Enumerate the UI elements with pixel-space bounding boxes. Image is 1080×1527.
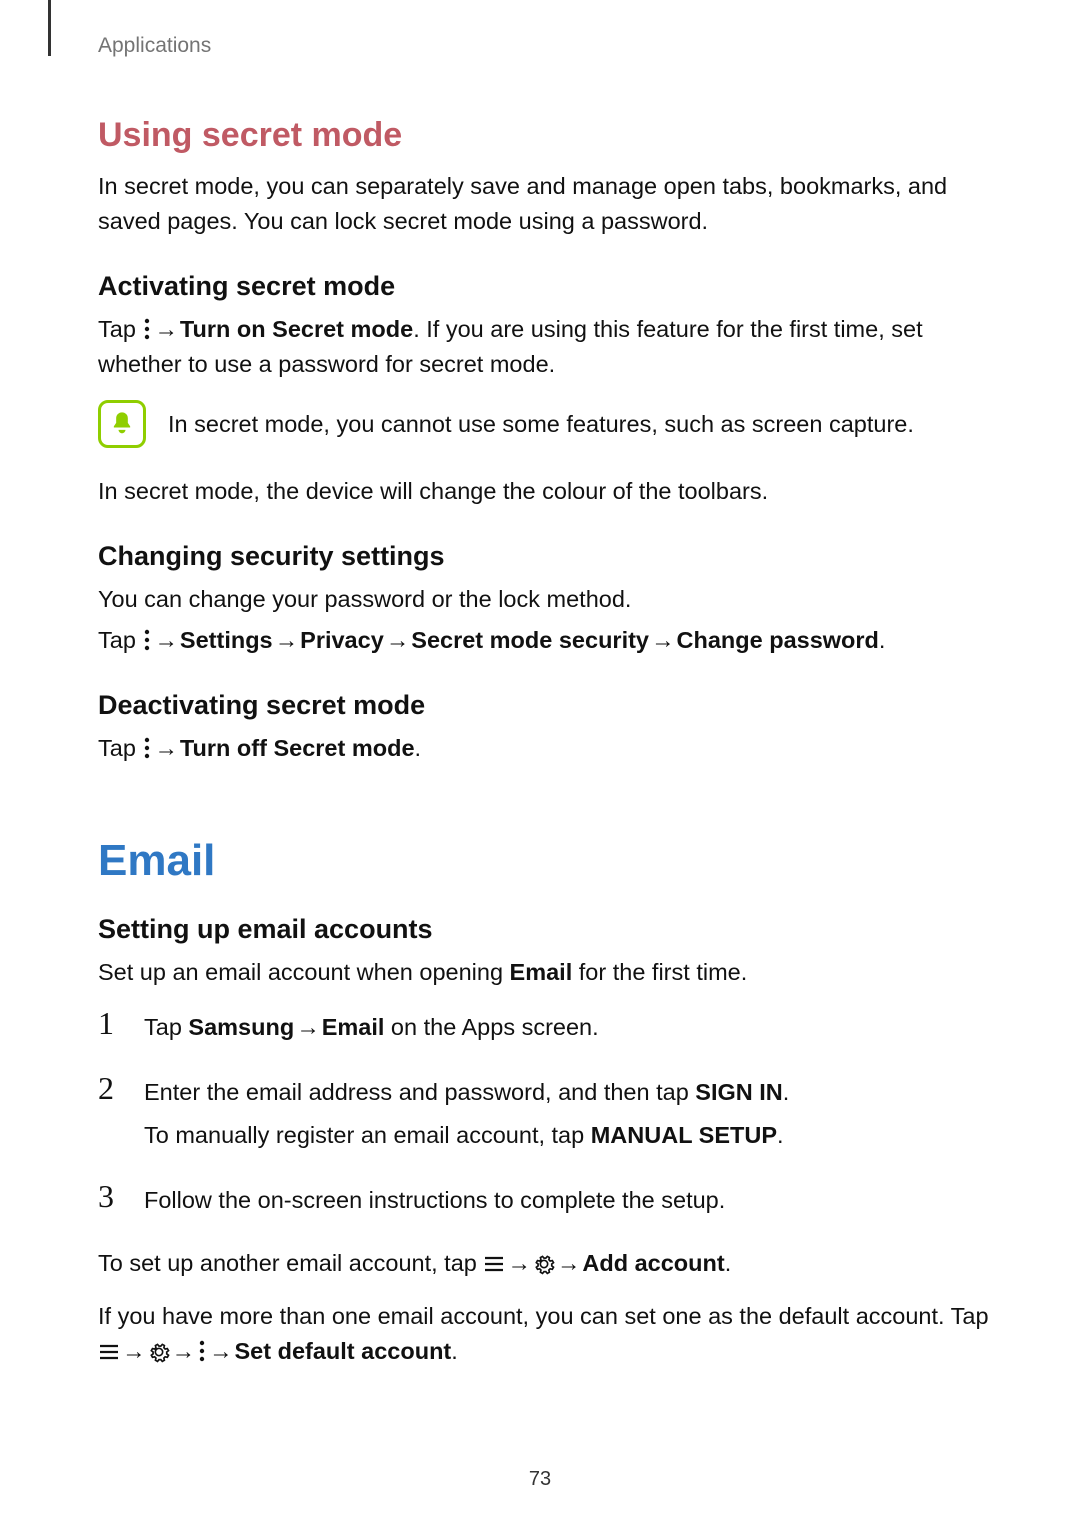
arrow-icon: →	[170, 1334, 198, 1369]
breadcrumb: Applications	[98, 34, 1000, 58]
text-b: on the Apps screen.	[384, 1014, 598, 1040]
bell-icon	[108, 410, 136, 438]
steps-list: 1 Tap Samsung → Email on the Apps screen…	[98, 1008, 1000, 1218]
default-account-instruction: If you have more than one email account,…	[98, 1299, 1000, 1369]
gear-icon	[533, 1253, 555, 1275]
arrow-icon: →	[649, 623, 677, 658]
text-period: .	[415, 735, 422, 761]
arrow-icon: →	[152, 623, 180, 658]
bold-privacy: Privacy	[300, 627, 384, 653]
bold-email: Email	[322, 1014, 385, 1040]
gear-icon	[148, 1341, 170, 1363]
arrow-icon: →	[120, 1334, 148, 1369]
arrow-icon: →	[273, 623, 301, 658]
hamburger-menu-icon	[98, 1341, 120, 1363]
text-period: .	[777, 1122, 784, 1148]
bold-turn-on: Turn on Secret mode	[180, 316, 413, 342]
subheading-setup-email: Setting up email accounts	[98, 914, 1000, 945]
activating-instruction: Tap → Turn on Secret mode. If you are us…	[98, 312, 1000, 382]
bold-add-account: Add account	[582, 1250, 724, 1276]
subheading-changing: Changing security settings	[98, 541, 1000, 572]
more-options-icon	[142, 737, 152, 759]
step-2-subline: To manually register an email account, t…	[144, 1118, 789, 1153]
another-account-instruction: To set up another email account, tap → →…	[98, 1246, 1000, 1281]
arrow-icon: →	[207, 1334, 235, 1369]
step-body: Tap Samsung → Email on the Apps screen.	[144, 1008, 599, 1045]
text-a: Enter the email address and password, an…	[144, 1079, 695, 1105]
text-tap: Tap	[98, 316, 142, 342]
text-tap: Tap	[98, 627, 142, 653]
step-3: 3 Follow the on-screen instructions to c…	[98, 1181, 1000, 1218]
text-period: .	[783, 1079, 790, 1105]
changing-instruction: Tap → Settings → Privacy → Secret mode s…	[98, 623, 1000, 658]
text-a: Tap	[144, 1014, 188, 1040]
more-options-icon	[142, 629, 152, 651]
deactivating-instruction: Tap → Turn off Secret mode.	[98, 731, 1000, 766]
text-period: .	[879, 627, 886, 653]
bold-sign-in: SIGN IN	[695, 1079, 782, 1105]
note-text: In secret mode, you cannot use some feat…	[168, 408, 914, 440]
bold-set-default: Set default account	[235, 1338, 452, 1364]
bold-manual-setup: MANUAL SETUP	[591, 1122, 777, 1148]
note-callout: In secret mode, you cannot use some feat…	[98, 400, 1000, 448]
arrow-icon: →	[555, 1246, 583, 1281]
text-b: for the first time.	[572, 959, 747, 985]
page-number: 73	[0, 1468, 1080, 1491]
step-number: 2	[98, 1073, 124, 1153]
more-options-icon	[142, 318, 152, 340]
step-number: 1	[98, 1008, 124, 1045]
step-body: Follow the on-screen instructions to com…	[144, 1181, 725, 1218]
note-icon-frame	[98, 400, 146, 448]
arrow-icon: →	[152, 731, 180, 766]
bold-turn-off: Turn off Secret mode	[180, 735, 415, 761]
text-a: Set up an email account when opening	[98, 959, 510, 985]
step-2: 2 Enter the email address and password, …	[98, 1073, 1000, 1153]
changing-intro: You can change your password or the lock…	[98, 582, 1000, 617]
toolbar-colour-note: In secret mode, the device will change t…	[98, 474, 1000, 509]
arrow-icon: →	[294, 1010, 322, 1045]
bold-settings: Settings	[180, 627, 273, 653]
text-period: .	[451, 1338, 458, 1364]
email-intro: Set up an email account when opening Ema…	[98, 955, 1000, 990]
page-content: Applications Using secret mode In secret…	[98, 0, 1000, 1527]
subheading-activating: Activating secret mode	[98, 271, 1000, 302]
page-tab-marker	[48, 0, 51, 56]
arrow-icon: →	[505, 1246, 533, 1281]
arrow-icon: →	[384, 623, 412, 658]
step-number: 3	[98, 1181, 124, 1218]
step-1: 1 Tap Samsung → Email on the Apps screen…	[98, 1008, 1000, 1045]
step-body: Enter the email address and password, an…	[144, 1073, 789, 1153]
bold-secret-mode-security: Secret mode security	[411, 627, 649, 653]
hamburger-menu-icon	[483, 1253, 505, 1275]
text-sub-a: To manually register an email account, t…	[144, 1122, 591, 1148]
secret-mode-intro: In secret mode, you can separately save …	[98, 169, 1000, 239]
more-options-icon	[197, 1340, 207, 1362]
subheading-deactivating: Deactivating secret mode	[98, 690, 1000, 721]
text-tap: Tap	[98, 735, 142, 761]
text-period: .	[725, 1250, 732, 1276]
bold-change-password: Change password	[677, 627, 879, 653]
bold-samsung: Samsung	[188, 1014, 294, 1040]
text-a: To set up another email account, tap	[98, 1250, 483, 1276]
chapter-heading-email: Email	[98, 836, 1000, 886]
section-heading-secret-mode: Using secret mode	[98, 116, 1000, 155]
arrow-icon: →	[152, 312, 180, 347]
bold-email: Email	[510, 959, 573, 985]
text-a: If you have more than one email account,…	[98, 1303, 989, 1329]
